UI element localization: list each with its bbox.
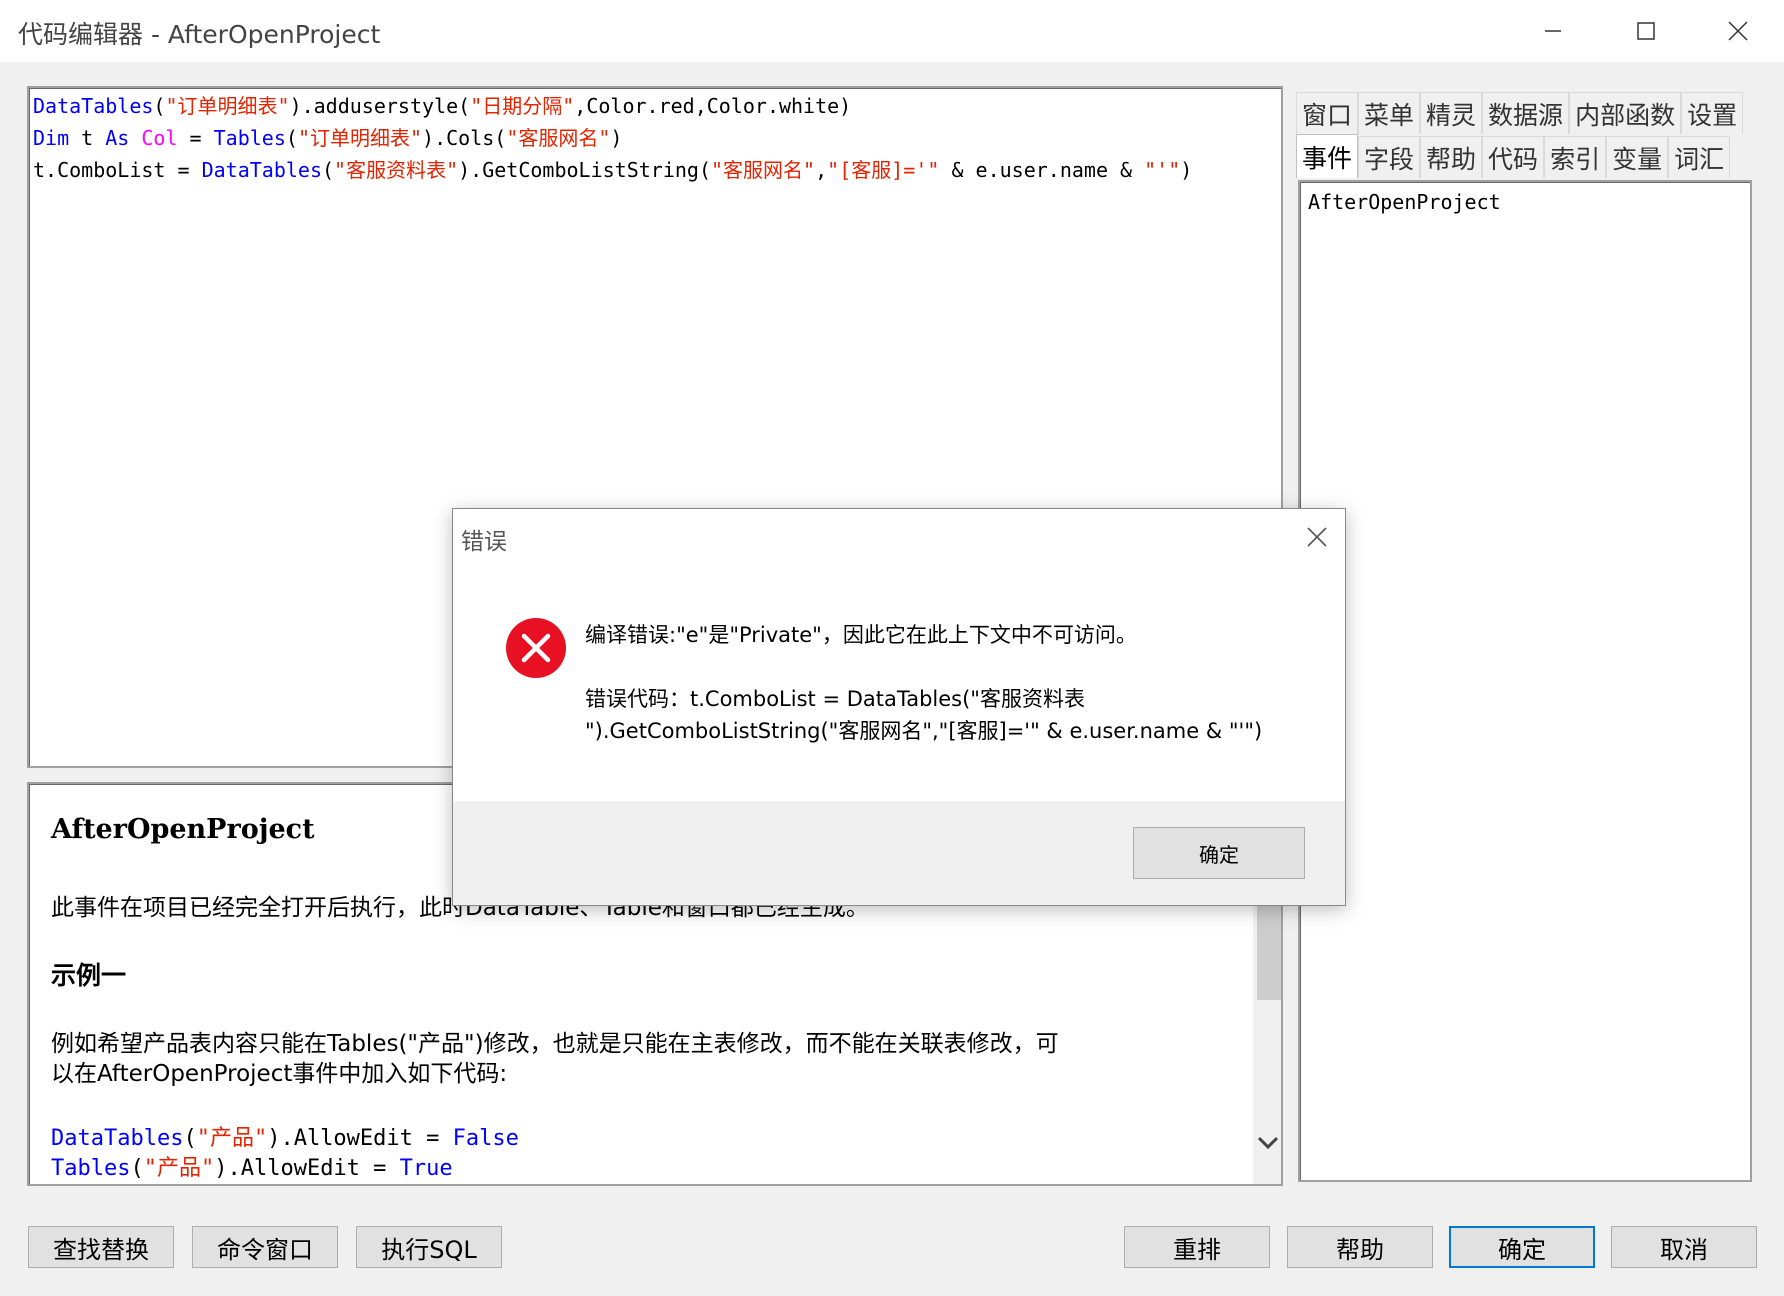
tab-internal-functions[interactable]: 内部函数: [1569, 92, 1682, 134]
help-code-line-2: Tables("产品").AllowEdit = True: [51, 1150, 453, 1182]
tab-events[interactable]: 事件: [1296, 134, 1359, 178]
code-token: DataTables: [51, 1126, 184, 1151]
code-token: ).AllowEdit =: [214, 1156, 400, 1181]
tab-help[interactable]: 帮助: [1420, 136, 1483, 178]
code-token: (: [322, 158, 335, 182]
event-tree[interactable]: AfterOpenProject: [1298, 180, 1752, 1182]
scroll-down-button[interactable]: [1253, 1124, 1281, 1162]
tab-variables[interactable]: 变量: [1606, 136, 1669, 178]
code-token: (: [153, 94, 166, 118]
code-token: DataTables: [33, 94, 154, 118]
code-line-1: DataTables("订单明细表").adduserstyle("日期分隔",…: [33, 90, 851, 122]
code-token: t.ComboList =: [33, 158, 202, 182]
error-dialog: 错误 编译错误:"e"是"Private"，因此它在此上下文中不可访问。 错误代…: [452, 508, 1346, 906]
code-token: "订单明细表": [297, 126, 423, 150]
minimize-button[interactable]: [1507, 0, 1599, 62]
close-icon: [1307, 527, 1327, 547]
find-replace-button[interactable]: 查找替换: [28, 1226, 174, 1268]
tab-window[interactable]: 窗口: [1296, 92, 1359, 134]
code-token: t: [69, 126, 106, 150]
code-token: (: [285, 126, 298, 150]
code-token: "'": [1144, 158, 1181, 182]
code-token: "客服资料表": [334, 158, 459, 182]
code-token: "日期分隔": [470, 94, 575, 118]
dialog-title: 错误: [461, 529, 507, 555]
maximize-icon: [1637, 22, 1655, 40]
dialog-message: 编译错误:"e"是"Private"，因此它在此上下文中不可访问。: [585, 623, 1137, 647]
tab-fields[interactable]: 字段: [1358, 136, 1421, 178]
window-title: 代码编辑器 - AfterOpenProject: [18, 20, 381, 49]
code-token: "[客服]='": [827, 158, 940, 182]
cancel-button[interactable]: 取消: [1611, 1226, 1757, 1268]
code-token: "产品": [196, 1126, 268, 1151]
help-scroll-thumb[interactable]: [1257, 904, 1281, 1000]
ok-button[interactable]: 确定: [1449, 1226, 1595, 1268]
minimize-icon: [1545, 30, 1561, 32]
code-token: ,: [815, 158, 828, 182]
code-token: Tables: [213, 126, 286, 150]
tab-vocabulary[interactable]: 词汇: [1668, 136, 1731, 178]
maximize-button[interactable]: [1600, 0, 1692, 62]
code-token: & e.user.name &: [939, 158, 1145, 182]
tab-datasource[interactable]: 数据源: [1482, 92, 1570, 134]
help-example-text-1: 例如希望产品表内容只能在Tables("产品")修改，也就是只能在主表修改，而不…: [51, 1031, 1059, 1057]
code-token: ).GetComboListString(: [458, 158, 712, 182]
code-token: ).adduserstyle(: [289, 94, 471, 118]
tab-row-1: 窗口 菜单 精灵 数据源 内部函数 设置: [1296, 92, 1744, 134]
code-token: ,Color.red,Color.white): [574, 94, 852, 118]
code-token: "客服网名": [506, 126, 611, 150]
tab-wizard[interactable]: 精灵: [1420, 92, 1483, 134]
code-line-3: t.ComboList = DataTables("客服资料表").GetCom…: [33, 154, 1192, 186]
code-token: True: [399, 1156, 453, 1181]
help-example-heading: 示例一: [51, 961, 127, 990]
code-token: As: [105, 126, 130, 150]
dialog-close-button[interactable]: [1293, 513, 1341, 561]
title-bar: 代码编辑器 - AfterOpenProject: [0, 0, 1784, 62]
code-token: Col: [141, 126, 178, 150]
tab-settings[interactable]: 设置: [1681, 92, 1744, 134]
help-example-text-2: 以在AfterOpenProject事件中加入如下代码:: [51, 1061, 508, 1087]
dialog-code-line-2: ").GetComboListString("客服网名","[客服]='" & …: [585, 719, 1263, 743]
code-token: ).AllowEdit =: [267, 1126, 453, 1151]
command-window-button[interactable]: 命令窗口: [192, 1226, 338, 1268]
tab-code[interactable]: 代码: [1482, 136, 1545, 178]
exec-sql-button[interactable]: 执行SQL: [356, 1226, 502, 1268]
close-icon: [1728, 21, 1748, 41]
code-line-2: Dim t As Col = Tables("订单明细表").Cols("客服网…: [33, 122, 622, 154]
error-icon: [505, 617, 567, 683]
code-token: Dim: [33, 126, 70, 150]
code-token: "订单明细表": [165, 94, 290, 118]
code-token: (: [130, 1156, 144, 1181]
rearrange-button[interactable]: 重排: [1124, 1226, 1270, 1268]
code-token: "产品": [143, 1156, 215, 1181]
tab-menu[interactable]: 菜单: [1358, 92, 1421, 134]
tab-row-2: 事件 字段 帮助 代码 索引 变量 词汇: [1296, 134, 1731, 178]
code-token: ): [610, 126, 623, 150]
close-window-button[interactable]: [1692, 0, 1784, 62]
code-token: =: [177, 126, 214, 150]
code-token: "客服网名": [711, 158, 816, 182]
code-token: False: [452, 1126, 519, 1151]
help-button[interactable]: 帮助: [1287, 1226, 1433, 1268]
code-token: Tables: [51, 1156, 131, 1181]
dialog-ok-button[interactable]: 确定: [1133, 827, 1305, 879]
tree-item[interactable]: AfterOpenProject: [1308, 190, 1501, 214]
dialog-code-line-1: 错误代码：t.ComboList = DataTables("客服资料表: [585, 687, 1085, 711]
chevron-down-icon: [1257, 1136, 1279, 1150]
code-token: ).Cols(: [422, 126, 507, 150]
help-title: AfterOpenProject: [51, 814, 315, 845]
tab-index[interactable]: 索引: [1544, 136, 1607, 178]
code-token: ): [1180, 158, 1193, 182]
code-token: DataTables: [201, 158, 322, 182]
help-code-line-1: DataTables("产品").AllowEdit = False: [51, 1120, 519, 1152]
code-token: (: [183, 1126, 197, 1151]
